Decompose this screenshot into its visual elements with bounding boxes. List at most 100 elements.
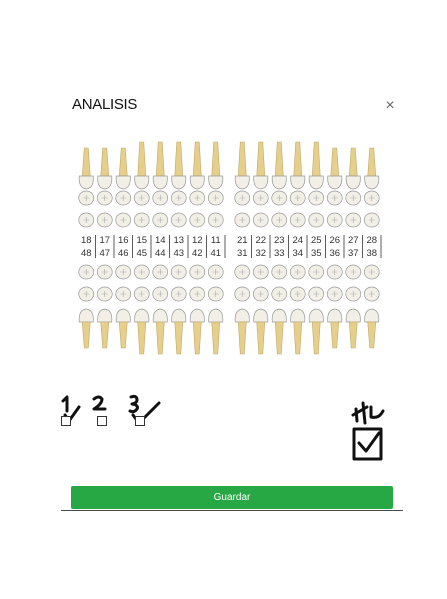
handwritten-marks <box>61 394 385 461</box>
save-button[interactable]: Guardar <box>71 486 393 509</box>
handwriting-1 <box>61 395 69 413</box>
lower-root <box>192 321 202 355</box>
lower-root <box>81 321 91 349</box>
modal-title: ANALISIS <box>72 96 138 113</box>
tooth-number-upper: 24 <box>292 235 303 246</box>
lower-root <box>237 321 247 355</box>
tooth-number-lower: 43 <box>173 248 184 259</box>
lower-root <box>330 321 340 349</box>
tooth-number-upper: 23 <box>274 235 285 246</box>
lower-crown <box>271 308 287 323</box>
upper-crown <box>171 175 187 190</box>
lower-crown <box>208 308 224 323</box>
upper-root <box>155 141 165 177</box>
upper-crown <box>97 175 113 190</box>
upper-crown <box>234 175 250 190</box>
tooth-number-upper: 25 <box>311 235 322 246</box>
upper-crown <box>189 175 205 190</box>
lower-crown <box>152 308 168 323</box>
lower-crown <box>134 308 150 323</box>
checkbox-1[interactable] <box>61 416 71 426</box>
upper-crown <box>78 175 94 190</box>
upper-root <box>137 141 147 177</box>
tooth-number-upper: 13 <box>173 235 184 246</box>
upper-crown <box>364 175 380 190</box>
upper-root <box>100 147 110 177</box>
upper-root <box>311 141 321 177</box>
tooth-number-lower: 32 <box>255 248 266 259</box>
upper-root <box>81 147 91 177</box>
tooth-number-upper: 14 <box>155 235 166 246</box>
tooth-number-upper: 11 <box>211 235 221 246</box>
lower-root <box>155 321 165 355</box>
tooth-number-upper: 15 <box>136 235 147 246</box>
upper-crown <box>290 175 306 190</box>
tooth-number-lower: 41 <box>210 248 221 259</box>
lower-crown <box>327 308 343 323</box>
odontogram[interactable]: 18 48 17 47 16 46 15 45 14 44 13 43 12 42 11 41 21 31 22 32… <box>71 132 383 360</box>
lower-crown <box>308 308 324 323</box>
upper-root <box>174 141 184 177</box>
upper-crown <box>345 175 361 190</box>
tooth-number-upper: 18 <box>81 235 92 246</box>
tooth-number-lower: 44 <box>155 248 166 259</box>
upper-crown <box>115 175 131 190</box>
lower-root <box>118 321 128 349</box>
lower-crown <box>234 308 250 323</box>
upper-crown <box>327 175 343 190</box>
checkbox-3[interactable] <box>135 416 145 426</box>
lower-root <box>100 321 110 349</box>
lower-crown <box>290 308 306 323</box>
tooth-number-lower: 47 <box>99 248 110 259</box>
lower-crown <box>97 308 113 323</box>
tooth-number-lower: 33 <box>274 248 285 259</box>
upper-crown <box>271 175 287 190</box>
lower-root <box>256 321 266 355</box>
tooth-number-lower: 31 <box>237 248 248 259</box>
lower-crown <box>189 308 205 323</box>
odontogram-svg: 18 48 17 47 16 46 15 45 14 44 13 43 12 42 11 41 21 31 22 32… <box>78 141 382 355</box>
lower-root <box>274 321 284 355</box>
upper-root <box>118 147 128 177</box>
upper-crown <box>134 175 150 190</box>
analysis-modal: ANALISIS × 18 48 17 47 16 46 15 45 14 44 13 43 12 42 1… <box>61 88 403 511</box>
tooth-number-lower: 45 <box>136 248 147 259</box>
upper-root <box>293 141 303 177</box>
lower-root <box>137 321 147 355</box>
close-icon[interactable]: × <box>383 98 397 114</box>
tooth-number-upper: 21 <box>237 235 248 246</box>
upper-root <box>367 147 377 177</box>
tooth-number-upper: 16 <box>118 235 129 246</box>
handwriting-3 <box>128 394 139 414</box>
tooth-number-lower: 46 <box>118 248 129 259</box>
lower-root <box>367 321 377 349</box>
tooth-number-upper: 26 <box>329 235 340 246</box>
upper-root <box>330 147 340 177</box>
upper-crown <box>308 175 324 190</box>
lower-root <box>211 321 221 355</box>
handwriting-2 <box>92 395 107 411</box>
upper-root <box>274 141 284 177</box>
upper-root <box>237 141 247 177</box>
upper-crown <box>253 175 269 190</box>
tooth-number-lower: 38 <box>366 248 377 259</box>
checkbox-area <box>61 393 403 483</box>
lower-crown <box>115 308 131 323</box>
checkbox-2[interactable] <box>97 416 107 426</box>
tooth-number-lower: 34 <box>292 248 303 259</box>
tooth-number-upper: 27 <box>348 235 359 246</box>
lower-crown <box>364 308 380 323</box>
lower-crown <box>253 308 269 323</box>
tooth-number-lower: 42 <box>192 248 203 259</box>
tooth-number-upper: 22 <box>255 235 266 246</box>
tooth-number-lower: 37 <box>348 248 359 259</box>
upper-crown <box>208 175 224 190</box>
tooth-number-lower: 48 <box>81 248 92 259</box>
handwriting-check-4 <box>357 431 381 453</box>
lower-root <box>311 321 321 355</box>
handwriting-4 <box>351 401 385 425</box>
tooth-number-lower: 35 <box>311 248 322 259</box>
upper-root <box>211 141 221 177</box>
tooth-number-upper: 28 <box>366 235 377 246</box>
lower-crown <box>78 308 94 323</box>
